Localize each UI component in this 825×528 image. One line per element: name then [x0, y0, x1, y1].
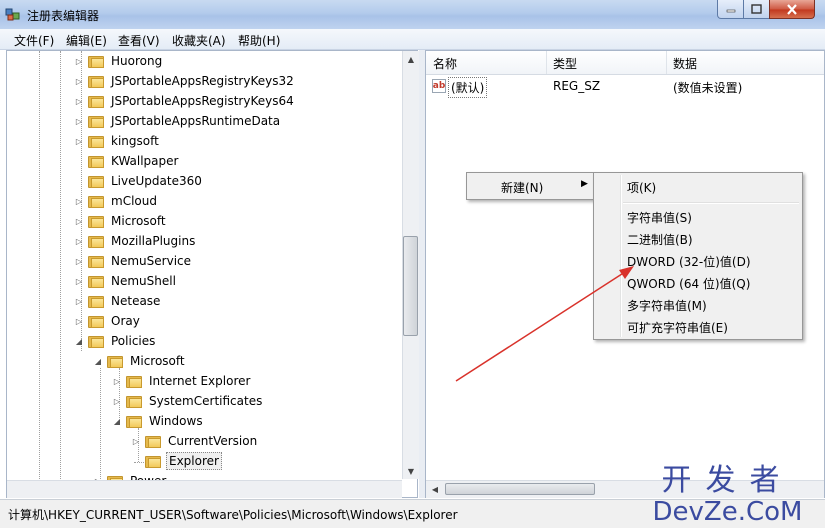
watermark-chinese: 开发者	[661, 463, 794, 498]
watermark: 开发者 DevZe.CoM	[630, 455, 825, 527]
registry-path: 计算机\HKEY_CURRENT_USER\Software\Policies\…	[8, 508, 458, 522]
watermark-site: DevZe.CoM	[652, 497, 803, 527]
annotation-arrow	[455, 266, 634, 382]
